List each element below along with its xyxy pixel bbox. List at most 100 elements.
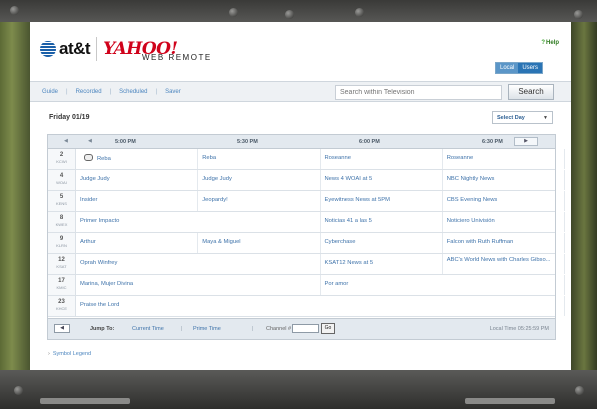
- program-title: Jeopardy!: [202, 197, 228, 203]
- program-cell[interactable]: Roseanne: [443, 149, 565, 169]
- channel-number: 12: [58, 257, 65, 263]
- program-title: Marina, Mujer Divina: [80, 281, 134, 287]
- channel-callsign: KCWI: [56, 159, 67, 164]
- channel-callsign: KHCE: [55, 306, 68, 311]
- program-title: NBC Nightly News: [446, 176, 495, 182]
- channel-cell[interactable]: 23 KHCE: [48, 296, 76, 316]
- channel-cell[interactable]: 17 KMIC: [48, 275, 76, 295]
- tv-icon: [84, 154, 93, 161]
- channel-number: 4: [59, 173, 64, 179]
- program-cell[interactable]: NBC Nightly News: [443, 170, 565, 190]
- program-cell[interactable]: Reba: [76, 149, 199, 169]
- channel-row: 23 KHCE Praise the Lord: [48, 296, 565, 317]
- bezel-slot: [40, 398, 130, 404]
- program-cell[interactable]: Insider: [76, 191, 199, 211]
- program-title: Roseanne: [324, 155, 351, 161]
- program-title: Eyewitness News at 5PM: [324, 197, 390, 203]
- program-cell[interactable]: Arthur: [76, 233, 199, 253]
- program-cell[interactable]: Jeopardy!: [198, 191, 321, 211]
- search-button[interactable]: Search: [508, 84, 554, 100]
- program-title: ABC's World News with Charles Gibso...: [446, 257, 551, 263]
- channel-number: 23: [58, 299, 65, 305]
- current-time-link[interactable]: Current Time: [132, 326, 164, 332]
- channel-cell[interactable]: 4 WOAI: [48, 170, 76, 190]
- guide-footer: ◀ Jump To: Current Time | Prime Time | C…: [48, 318, 555, 339]
- channel-row: 17 KMIC Marina, Mujer Divina Por amor: [48, 275, 565, 296]
- program-cell[interactable]: Cyberchase: [321, 233, 443, 253]
- nav-scheduled-link[interactable]: Scheduled: [119, 89, 147, 95]
- footer-divider: |: [252, 326, 254, 332]
- program-cell[interactable]: Maya & Miguel: [198, 233, 321, 253]
- channel-number-input[interactable]: [292, 324, 319, 333]
- nav-bar: Guide | Recorded | Scheduled | Saver Sea…: [30, 81, 571, 102]
- channel-number: 8: [59, 215, 64, 221]
- help-link[interactable]: ?Help: [541, 40, 559, 46]
- prime-time-link[interactable]: Prime Time: [193, 326, 221, 332]
- program-cell[interactable]: Falcon with Ruth Ruffman: [443, 233, 565, 253]
- program-title: Cyberchase: [324, 239, 356, 245]
- users-toggle-button[interactable]: Users: [518, 63, 543, 73]
- jump-to-label: Jump To:: [90, 326, 115, 332]
- collapse-button[interactable]: ◀: [54, 324, 70, 333]
- screw-icon: [14, 386, 23, 395]
- local-toggle-button[interactable]: Local: [496, 63, 519, 73]
- program-cell[interactable]: Reba: [198, 149, 321, 169]
- program-cell[interactable]: Noticiero Univisión: [443, 212, 565, 232]
- screw-icon: [574, 10, 583, 19]
- att-globe-icon: [40, 41, 56, 57]
- screw-icon: [10, 6, 19, 15]
- program-cell[interactable]: Judge Judy: [198, 170, 321, 190]
- nav-guide-link[interactable]: Guide: [42, 89, 58, 95]
- chevron-down-icon: ▼: [543, 115, 548, 121]
- frame-top-bezel: [0, 0, 597, 22]
- program-cell[interactable]: KSAT12 News at 5: [321, 254, 443, 274]
- symbol-legend-link[interactable]: › Symbol Legend: [48, 351, 91, 357]
- previous-arrow-icon[interactable]: ◀: [64, 138, 68, 144]
- program-title: Judge Judy: [202, 176, 232, 182]
- program-title: Oprah Winfrey: [80, 260, 118, 266]
- next-arrow-button[interactable]: ▶: [514, 137, 538, 146]
- program-cell[interactable]: Oprah Winfrey: [76, 254, 321, 274]
- background-left: [0, 22, 30, 370]
- program-cell[interactable]: Praise the Lord: [76, 296, 565, 316]
- nav-recorded-link[interactable]: Recorded: [76, 89, 102, 95]
- screen: at&t YAHOO! WEB REMOTE ?Help Local Users…: [30, 22, 571, 370]
- search-input[interactable]: [335, 85, 502, 100]
- program-title: Falcon with Ruth Ruffman: [446, 239, 514, 245]
- program-title: Reba: [202, 155, 217, 161]
- program-cell[interactable]: Primer Impacto: [76, 212, 321, 232]
- program-cell[interactable]: Judge Judy: [76, 170, 199, 190]
- program-cell[interactable]: Roseanne: [321, 149, 443, 169]
- program-title: Praise the Lord: [80, 302, 120, 308]
- nav-divider: |: [155, 88, 158, 95]
- program-title: Judge Judy: [80, 176, 110, 182]
- channel-row: 5 KENS Insider Jeopardy! Eyewitness News at …: [48, 191, 565, 212]
- channel-callsign: KSAT: [56, 264, 67, 269]
- channel-cell[interactable]: 2 KCWI: [48, 149, 76, 169]
- program-cell[interactable]: News 4 WOAI at 5: [321, 170, 443, 190]
- program-cell[interactable]: Marina, Mujer Divina: [76, 275, 321, 295]
- go-button[interactable]: Go: [321, 323, 335, 334]
- monitor-frame: at&t YAHOO! WEB REMOTE ?Help Local Users…: [0, 0, 597, 409]
- channel-cell[interactable]: 9 KLRN: [48, 233, 76, 253]
- screw-icon: [229, 8, 238, 17]
- local-time: Local Time 05:25:59 PM: [489, 326, 549, 332]
- channel-row: 9 KLRN Arthur Maya & Miguel Cyberchase Falcon…: [48, 233, 565, 254]
- program-cell[interactable]: Noticias 41 a las 5: [321, 212, 443, 232]
- program-cell[interactable]: Por amor: [321, 275, 565, 295]
- date-label: Friday 01/19: [49, 114, 90, 121]
- time-slot-header: 5:00 PM: [115, 139, 136, 145]
- channel-cell[interactable]: 12 KSAT: [48, 254, 76, 274]
- program-cell[interactable]: CBS Evening News: [443, 191, 565, 211]
- channel-callsign: WOAI: [56, 180, 67, 185]
- nav-saver-link[interactable]: Saver: [165, 89, 181, 95]
- channel-cell[interactable]: 5 KENS: [48, 191, 76, 211]
- channel-cell[interactable]: 8 KWEX: [48, 212, 76, 232]
- channel-row: 2 KCWI Reba Reba Roseanne Roseanne: [48, 149, 565, 170]
- earlier-arrow-icon[interactable]: ◀: [88, 138, 92, 144]
- program-cell[interactable]: ABC's World News with Charles Gibso...: [443, 254, 565, 274]
- program-cell[interactable]: Eyewitness News at 5PM: [321, 191, 443, 211]
- select-day-dropdown[interactable]: Select Day ▼: [492, 111, 553, 124]
- chevron-right-icon: ›: [48, 351, 50, 357]
- channel-callsign: KENS: [56, 201, 67, 206]
